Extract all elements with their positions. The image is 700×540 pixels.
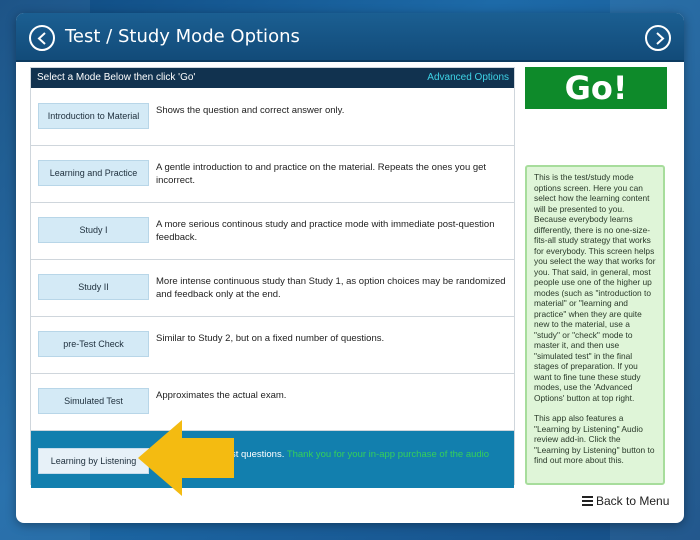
study-2-button[interactable]: Study II [38, 274, 149, 300]
help-text-audio: This app also features a "Learning by Li… [534, 413, 655, 465]
advanced-options-link[interactable]: Advanced Options [427, 72, 509, 83]
mode-row-learning-practice: Learning and Practice A gentle introduct… [31, 146, 514, 203]
introduction-to-material-button[interactable]: Introduction to Material [38, 103, 149, 129]
forward-nav-button[interactable] [645, 25, 671, 51]
learning-by-listening-button[interactable]: Learning by Listening [38, 448, 149, 474]
page-title: Test / Study Mode Options [65, 26, 300, 47]
hamburger-menu-icon [582, 496, 593, 506]
mode-row-learning-by-listening: Learning by Listening st questions. Than… [31, 431, 514, 488]
mode-row-simulated-test: Simulated Test Approximates the actual e… [31, 374, 514, 431]
mode-description: st questions. Thank you for your in-app … [231, 448, 507, 461]
go-button[interactable]: Go! [525, 67, 667, 109]
title-bar: Test / Study Mode Options [16, 13, 684, 62]
mode-description-text: st questions. [231, 449, 285, 460]
pre-test-check-button[interactable]: pre-Test Check [38, 331, 149, 357]
back-to-menu-label: Back to Menu [596, 494, 670, 508]
mode-description: More intense continuous study than Study… [156, 276, 506, 300]
study-1-button[interactable]: Study I [38, 217, 149, 243]
mode-list-instruction: Select a Mode Below then click 'Go' [37, 72, 196, 83]
mode-row-introduction: Introduction to Material Shows the quest… [31, 89, 514, 146]
mode-description: Approximates the actual exam. [156, 390, 287, 401]
mode-list-header: Select a Mode Below then click 'Go' Adva… [31, 68, 514, 88]
purchase-thanks-text: Thank you for your in-app purchase of th… [286, 449, 490, 460]
mode-description: Shows the question and correct answer on… [156, 105, 345, 116]
learning-and-practice-button[interactable]: Learning and Practice [38, 160, 149, 186]
chevron-right-icon [656, 32, 665, 45]
mode-row-study-1: Study I A more serious continous study a… [31, 203, 514, 260]
mode-options-window: Test / Study Mode Options Select a Mode … [16, 13, 684, 523]
mode-row-study-2: Study II More intense continuous study t… [31, 260, 514, 317]
mode-list: Select a Mode Below then click 'Go' Adva… [30, 67, 515, 488]
chevron-left-icon [37, 32, 46, 45]
arrow-left-icon [138, 420, 234, 496]
back-nav-button[interactable] [29, 25, 55, 51]
mode-description: Similar to Study 2, but on a fixed numbe… [156, 333, 385, 344]
simulated-test-button[interactable]: Simulated Test [38, 388, 149, 414]
help-text: This is the test/study mode options scre… [534, 172, 656, 403]
mode-description: A more serious continous study and pract… [156, 219, 495, 243]
back-to-menu-button[interactable]: Back to Menu [582, 494, 669, 508]
help-panel: This is the test/study mode options scre… [525, 165, 665, 485]
mode-description: A gentle introduction to and practice on… [156, 162, 487, 186]
mode-row-pre-test: pre-Test Check Similar to Study 2, but o… [31, 317, 514, 374]
